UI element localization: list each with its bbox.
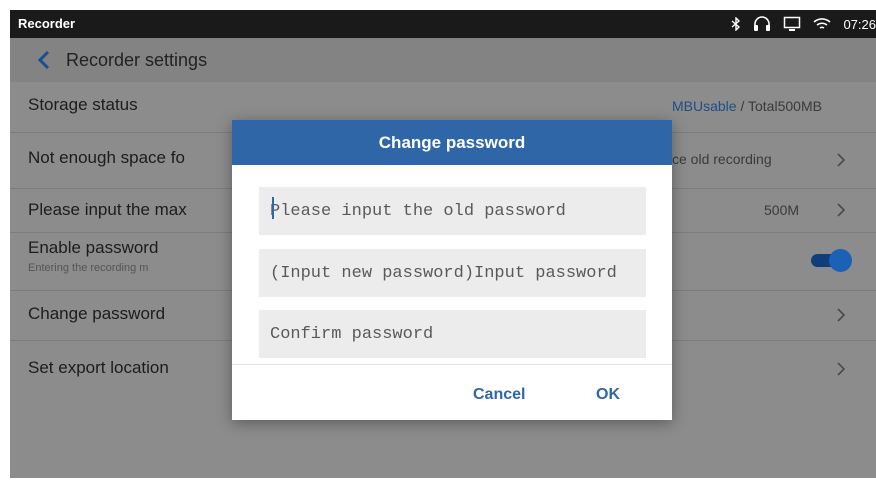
max-size-label: Please input the max	[28, 200, 187, 219]
screen-cast-icon	[783, 16, 801, 32]
status-bar: Recorder 07:26	[10, 10, 876, 38]
new-password-input[interactable]	[259, 249, 646, 297]
not-enough-space-label: Not enough space fo	[28, 148, 185, 167]
status-icons: 07:26	[731, 14, 876, 34]
toolbar: Recorder settings	[10, 38, 876, 82]
chevron-right-icon	[836, 203, 846, 217]
toggle-knob	[829, 249, 852, 272]
old-password-input[interactable]	[259, 187, 646, 235]
clock: 07:26	[843, 16, 876, 32]
back-arrow-icon[interactable]	[34, 49, 54, 71]
storage-total: / Total500MB	[736, 98, 822, 114]
cancel-button[interactable]: Cancel	[473, 386, 525, 404]
enable-password-label: Enable password	[28, 238, 159, 257]
enable-password-toggle[interactable]	[811, 249, 852, 272]
change-password-dialog: Change password Cancel OK	[232, 120, 672, 420]
dialog-divider	[232, 364, 672, 365]
max-size-value: 500M	[764, 202, 800, 218]
ok-button[interactable]: OK	[596, 386, 620, 404]
enable-password-description: Entering the recording m	[28, 262, 149, 274]
app-name: Recorder	[18, 16, 76, 31]
confirm-password-input[interactable]	[259, 310, 646, 358]
page-title: Recorder settings	[66, 50, 208, 70]
export-location-label: Set export location	[28, 358, 169, 377]
not-enough-space-value: ce old recording	[672, 151, 772, 167]
screen: Recorder 07:26 Recorder settings Storage…	[10, 10, 876, 478]
chevron-right-icon	[836, 308, 846, 322]
text-cursor	[272, 197, 274, 219]
dialog-header: Change password	[232, 120, 672, 165]
chevron-right-icon	[836, 362, 846, 376]
storage-status-value: MBUsable / Total500MB	[672, 98, 822, 114]
headset-icon	[753, 16, 771, 32]
bluetooth-icon	[731, 17, 741, 31]
change-password-label: Change password	[28, 304, 166, 323]
wifi-icon	[813, 16, 831, 32]
chevron-right-icon	[836, 153, 846, 167]
storage-usable: MBUsable	[672, 98, 737, 114]
dialog-title: Change password	[378, 133, 526, 152]
storage-status-label: Storage status	[28, 95, 138, 114]
